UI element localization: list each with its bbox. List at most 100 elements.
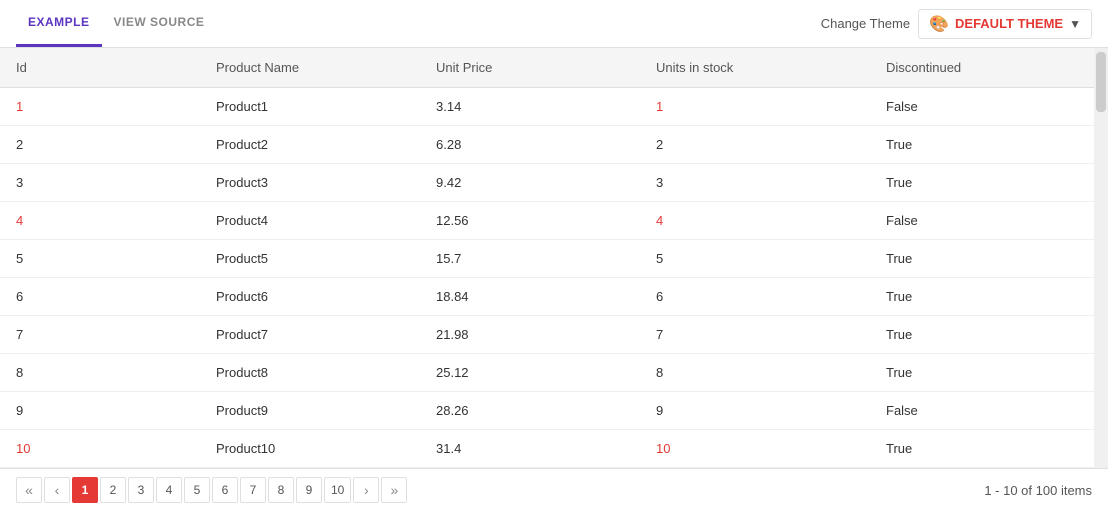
cell-units-in-stock: 8 [640, 354, 870, 392]
table-row: 7Product721.987True [0, 316, 1094, 354]
cell-discontinued: True [870, 430, 1094, 468]
page-button-6[interactable]: 6 [212, 477, 238, 503]
scrollbar-track[interactable] [1094, 48, 1108, 468]
page-button-10[interactable]: 10 [324, 477, 351, 503]
first-page-button[interactable]: « [16, 477, 42, 503]
page-button-9[interactable]: 9 [296, 477, 322, 503]
theme-icon: 🎨 [929, 14, 949, 34]
cell-unit-price: 9.42 [420, 164, 640, 202]
cell-unit-price: 31.4 [420, 430, 640, 468]
cell-unit-price: 25.12 [420, 354, 640, 392]
prev-page-button[interactable]: ‹ [44, 477, 70, 503]
cell-id: 4 [0, 202, 200, 240]
cell-product-name: Product3 [200, 164, 420, 202]
cell-id: 6 [0, 278, 200, 316]
table-row: 2Product26.282True [0, 126, 1094, 164]
cell-product-name: Product8 [200, 354, 420, 392]
tab-example[interactable]: EXAMPLE [16, 0, 102, 47]
cell-units-in-stock: 5 [640, 240, 870, 278]
page-button-1[interactable]: 1 [72, 477, 98, 503]
cell-unit-price: 18.84 [420, 278, 640, 316]
cell-discontinued: True [870, 278, 1094, 316]
cell-unit-price: 28.26 [420, 392, 640, 430]
cell-product-name: Product6 [200, 278, 420, 316]
cell-units-in-stock: 1 [640, 88, 870, 126]
pagination-bar: « ‹ 1 2 3 4 5 6 7 8 9 10 › » 1 - 10 of 1… [0, 468, 1108, 511]
cell-product-name: Product5 [200, 240, 420, 278]
next-page-button[interactable]: › [353, 477, 379, 503]
theme-area: Change Theme 🎨 DEFAULT THEME ▼ [821, 9, 1092, 39]
cell-discontinued: True [870, 240, 1094, 278]
cell-units-in-stock: 9 [640, 392, 870, 430]
cell-product-name: Product7 [200, 316, 420, 354]
cell-id: 3 [0, 164, 200, 202]
page-button-7[interactable]: 7 [240, 477, 266, 503]
table-row: 3Product39.423True [0, 164, 1094, 202]
cell-product-name: Product4 [200, 202, 420, 240]
cell-discontinued: False [870, 202, 1094, 240]
cell-discontinued: True [870, 354, 1094, 392]
tabs: EXAMPLE VIEW SOURCE [16, 0, 216, 47]
cell-product-name: Product1 [200, 88, 420, 126]
col-header-product-name: Product Name [200, 48, 420, 88]
cell-unit-price: 3.14 [420, 88, 640, 126]
cell-product-name: Product2 [200, 126, 420, 164]
cell-discontinued: True [870, 316, 1094, 354]
change-theme-button[interactable]: Change Theme [821, 16, 910, 31]
cell-discontinued: True [870, 164, 1094, 202]
cell-product-name: Product10 [200, 430, 420, 468]
page-button-8[interactable]: 8 [268, 477, 294, 503]
data-table: Id Product Name Unit Price Units in stoc… [0, 48, 1094, 468]
cell-unit-price: 21.98 [420, 316, 640, 354]
dropdown-arrow-icon: ▼ [1069, 17, 1081, 31]
top-bar: EXAMPLE VIEW SOURCE Change Theme 🎨 DEFAU… [0, 0, 1108, 48]
cell-id: 7 [0, 316, 200, 354]
col-header-units-in-stock: Units in stock [640, 48, 870, 88]
table-row: 10Product1031.410True [0, 430, 1094, 468]
cell-id: 9 [0, 392, 200, 430]
table-row: 9Product928.269False [0, 392, 1094, 430]
scrollbar-thumb[interactable] [1096, 52, 1106, 112]
table-header: Id Product Name Unit Price Units in stoc… [0, 48, 1094, 88]
tab-view-source[interactable]: VIEW SOURCE [102, 0, 217, 47]
col-header-id: Id [0, 48, 200, 88]
cell-units-in-stock: 7 [640, 316, 870, 354]
cell-units-in-stock: 10 [640, 430, 870, 468]
cell-id: 8 [0, 354, 200, 392]
table-wrapper: Id Product Name Unit Price Units in stoc… [0, 48, 1108, 468]
page-button-3[interactable]: 3 [128, 477, 154, 503]
table-row: 8Product825.128True [0, 354, 1094, 392]
table-row: 5Product515.75True [0, 240, 1094, 278]
col-header-discontinued: Discontinued [870, 48, 1094, 88]
theme-badge[interactable]: 🎨 DEFAULT THEME ▼ [918, 9, 1092, 39]
table-scroll-area: Id Product Name Unit Price Units in stoc… [0, 48, 1094, 468]
cell-product-name: Product9 [200, 392, 420, 430]
cell-units-in-stock: 6 [640, 278, 870, 316]
page-button-2[interactable]: 2 [100, 477, 126, 503]
table-row: 4Product412.564False [0, 202, 1094, 240]
cell-units-in-stock: 4 [640, 202, 870, 240]
cell-unit-price: 15.7 [420, 240, 640, 278]
app-container: EXAMPLE VIEW SOURCE Change Theme 🎨 DEFAU… [0, 0, 1108, 511]
col-header-unit-price: Unit Price [420, 48, 640, 88]
cell-discontinued: False [870, 392, 1094, 430]
cell-discontinued: True [870, 126, 1094, 164]
page-button-4[interactable]: 4 [156, 477, 182, 503]
page-buttons: « ‹ 1 2 3 4 5 6 7 8 9 10 › » [16, 477, 407, 503]
cell-discontinued: False [870, 88, 1094, 126]
theme-name-label: DEFAULT THEME [955, 16, 1063, 31]
cell-id: 1 [0, 88, 200, 126]
table-row: 6Product618.846True [0, 278, 1094, 316]
page-button-5[interactable]: 5 [184, 477, 210, 503]
table-row: 1Product13.141False [0, 88, 1094, 126]
cell-unit-price: 12.56 [420, 202, 640, 240]
table-body: 1Product13.141False2Product26.282True3Pr… [0, 88, 1094, 468]
cell-id: 5 [0, 240, 200, 278]
cell-id: 10 [0, 430, 200, 468]
cell-units-in-stock: 2 [640, 126, 870, 164]
cell-units-in-stock: 3 [640, 164, 870, 202]
cell-id: 2 [0, 126, 200, 164]
cell-unit-price: 6.28 [420, 126, 640, 164]
last-page-button[interactable]: » [381, 477, 407, 503]
page-info: 1 - 10 of 100 items [984, 483, 1092, 498]
